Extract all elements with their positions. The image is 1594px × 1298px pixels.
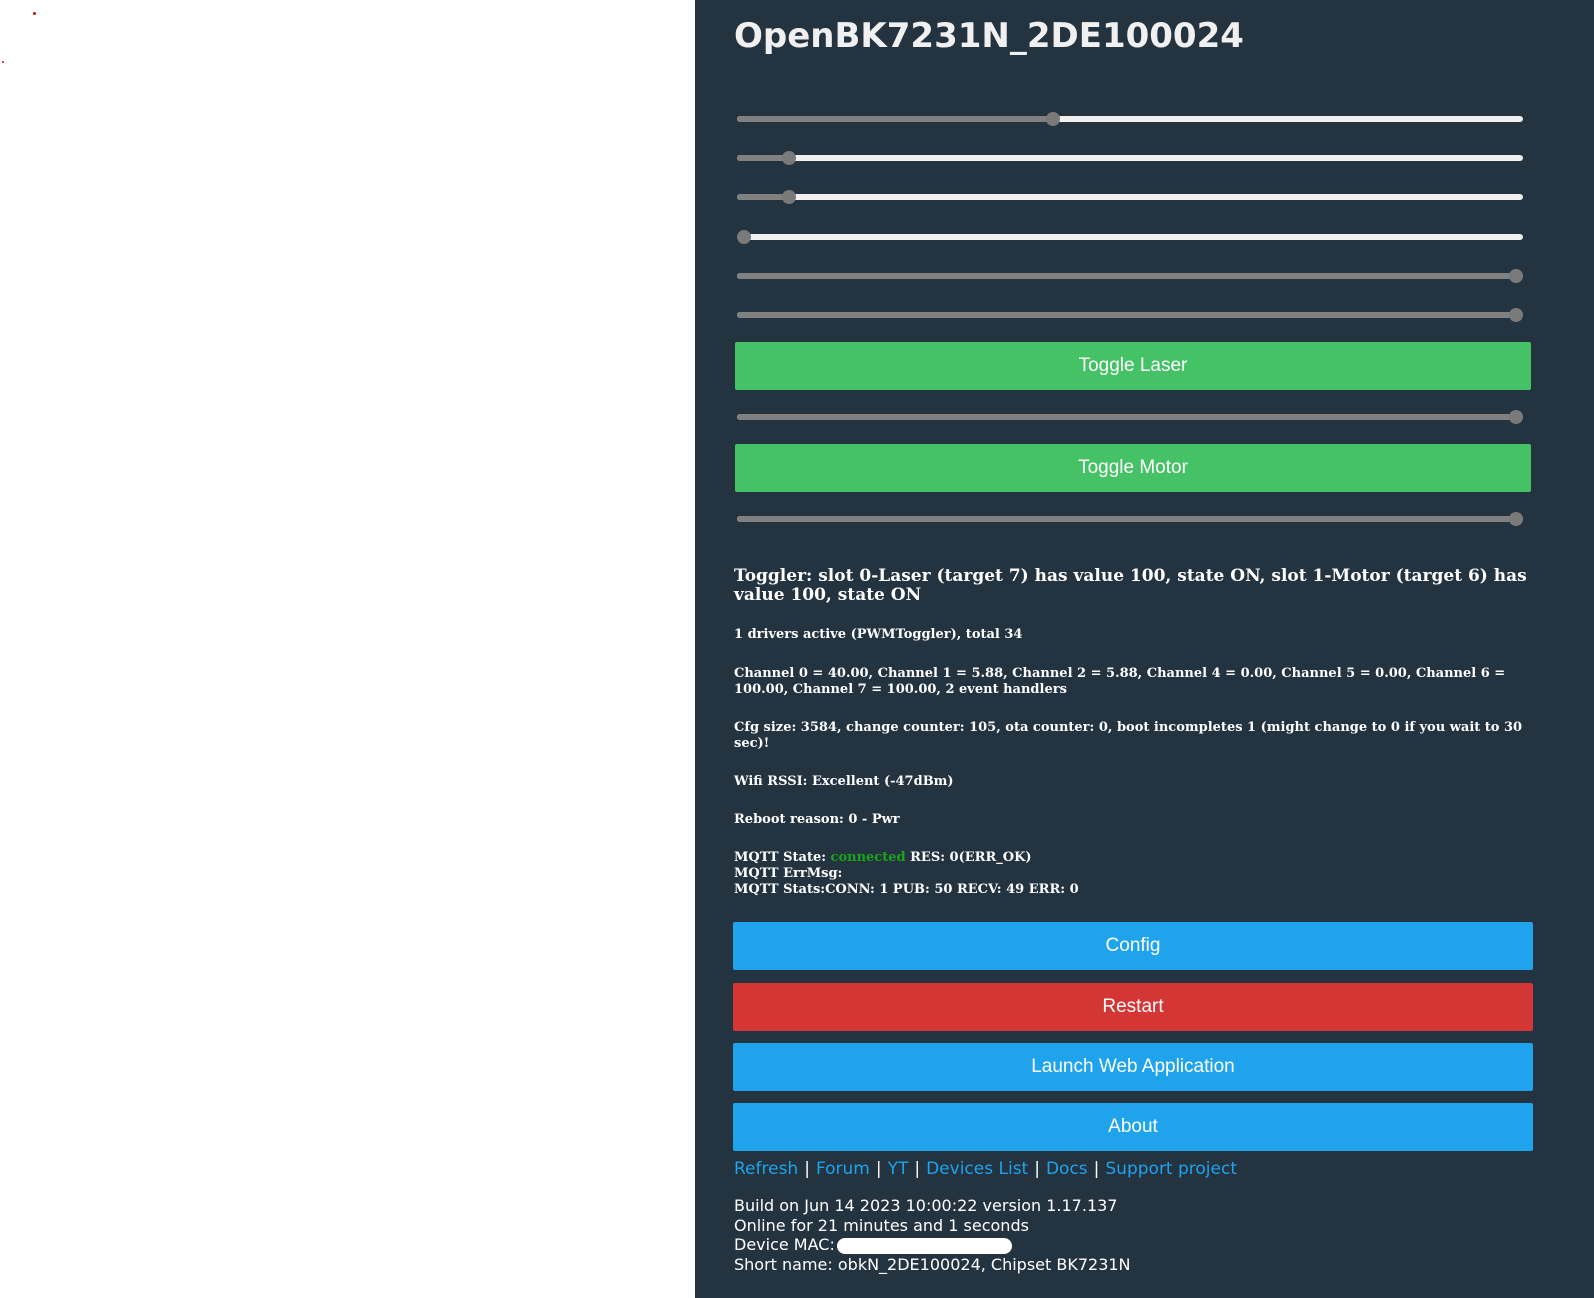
launch-web-app-button[interactable]: Launch Web Application: [733, 1043, 1533, 1091]
link-separator: |: [1034, 1159, 1040, 1179]
restart-button[interactable]: Restart: [733, 983, 1533, 1031]
support-project-link[interactable]: Support project: [1105, 1159, 1237, 1179]
slider-thumb[interactable]: [782, 190, 797, 204]
refresh-link[interactable]: Refresh: [734, 1159, 798, 1179]
toggle-motor-button[interactable]: Toggle Motor: [735, 444, 1531, 492]
slider-channel-1[interactable]: [737, 148, 1523, 168]
slider-channel-5[interactable]: [737, 266, 1523, 286]
page-title: OpenBK7231N_2DE100024: [734, 16, 1244, 56]
docs-link[interactable]: Docs: [1046, 1159, 1088, 1179]
link-separator: |: [875, 1159, 882, 1179]
toggle-laser-button[interactable]: Toggle Laser: [735, 342, 1531, 390]
toggler-status: Toggler: slot 0-Laser (target 7) has val…: [734, 566, 1527, 605]
slider-fill: [737, 516, 1516, 522]
slider-motor[interactable]: [737, 509, 1523, 529]
slider-track: [737, 234, 1523, 240]
slider-thumb[interactable]: [1509, 308, 1523, 322]
slider-thumb[interactable]: [1509, 410, 1523, 424]
device-panel: OpenBK7231N_2DE100024 Toggle Laser Toggl…: [695, 0, 1594, 1298]
reboot-status: Reboot reason: 0 - Pwr: [734, 812, 900, 827]
mqtt-status-block: MQTT State: connected RES: 0(ERR_OK) MQT…: [734, 850, 1534, 898]
short-name-line: Short name: obkN_2DE100024, Chipset BK72…: [734, 1254, 1131, 1274]
mqtt-errmsg: MQTT ErrMsg:: [734, 866, 843, 881]
slider-fill: [737, 116, 1053, 122]
about-button[interactable]: About: [733, 1103, 1533, 1151]
slider-channel-2[interactable]: [737, 187, 1523, 207]
slider-thumb[interactable]: [1509, 269, 1523, 283]
slider-thumb[interactable]: [1045, 112, 1060, 126]
link-separator: |: [804, 1159, 810, 1179]
yt-link[interactable]: YT: [888, 1159, 909, 1179]
mqtt-state-label: MQTT State:: [734, 850, 831, 865]
slider-laser[interactable]: [737, 407, 1523, 427]
slider-track: [737, 194, 1523, 200]
mqtt-res: RES: 0(ERR_OK): [905, 850, 1032, 865]
link-separator: |: [1093, 1159, 1100, 1179]
wifi-status: Wifi RSSI: Excellent (-47dBm): [734, 774, 954, 789]
mqtt-connected-badge: connected: [830, 850, 906, 865]
slider-track: [737, 155, 1523, 161]
slider-channel-4[interactable]: [737, 227, 1523, 247]
build-info: Build on Jun 14 2023 10:00:22 version 1.…: [734, 1196, 1131, 1274]
slider-thumb[interactable]: [1509, 512, 1523, 526]
forum-link[interactable]: Forum: [816, 1159, 870, 1179]
slider-channel-0[interactable]: [737, 109, 1523, 129]
mqtt-state-line: MQTT State: connected RES: 0(ERR_OK): [734, 850, 1534, 866]
drivers-status: 1 drivers active (PWMToggler), total 34: [734, 627, 1023, 642]
slider-thumb[interactable]: [782, 151, 797, 165]
mac-label: Device MAC:: [734, 1235, 835, 1254]
slider-thumb[interactable]: [737, 230, 751, 244]
stray-mark: [33, 12, 36, 15]
slider-fill: [737, 312, 1516, 318]
channels-status: Channel 0 = 40.00, Channel 1 = 5.88, Cha…: [734, 666, 1506, 697]
mqtt-stats: MQTT Stats:CONN: 1 PUB: 50 RECV: 49 ERR:…: [734, 882, 1079, 897]
mac-redaction: [836, 1237, 1012, 1254]
config-button[interactable]: Config: [733, 922, 1533, 970]
cfg-status: Cfg size: 3584, change counter: 105, ota…: [734, 720, 1523, 751]
devices-list-link[interactable]: Devices List: [926, 1159, 1028, 1179]
mac-line: Device MAC:: [734, 1235, 1131, 1255]
slider-fill: [737, 273, 1516, 279]
stray-mark: [2, 61, 4, 63]
build-line: Build on Jun 14 2023 10:00:22 version 1.…: [734, 1196, 1118, 1215]
slider-fill: [737, 414, 1516, 420]
online-line: Online for 21 minutes and 1 seconds: [734, 1215, 1029, 1235]
link-separator: |: [914, 1159, 921, 1179]
slider-channel-6[interactable]: [737, 305, 1523, 325]
footer-links: Refresh | Forum | YT | Devices List | Docs | Suppo…: [734, 1157, 1237, 1181]
